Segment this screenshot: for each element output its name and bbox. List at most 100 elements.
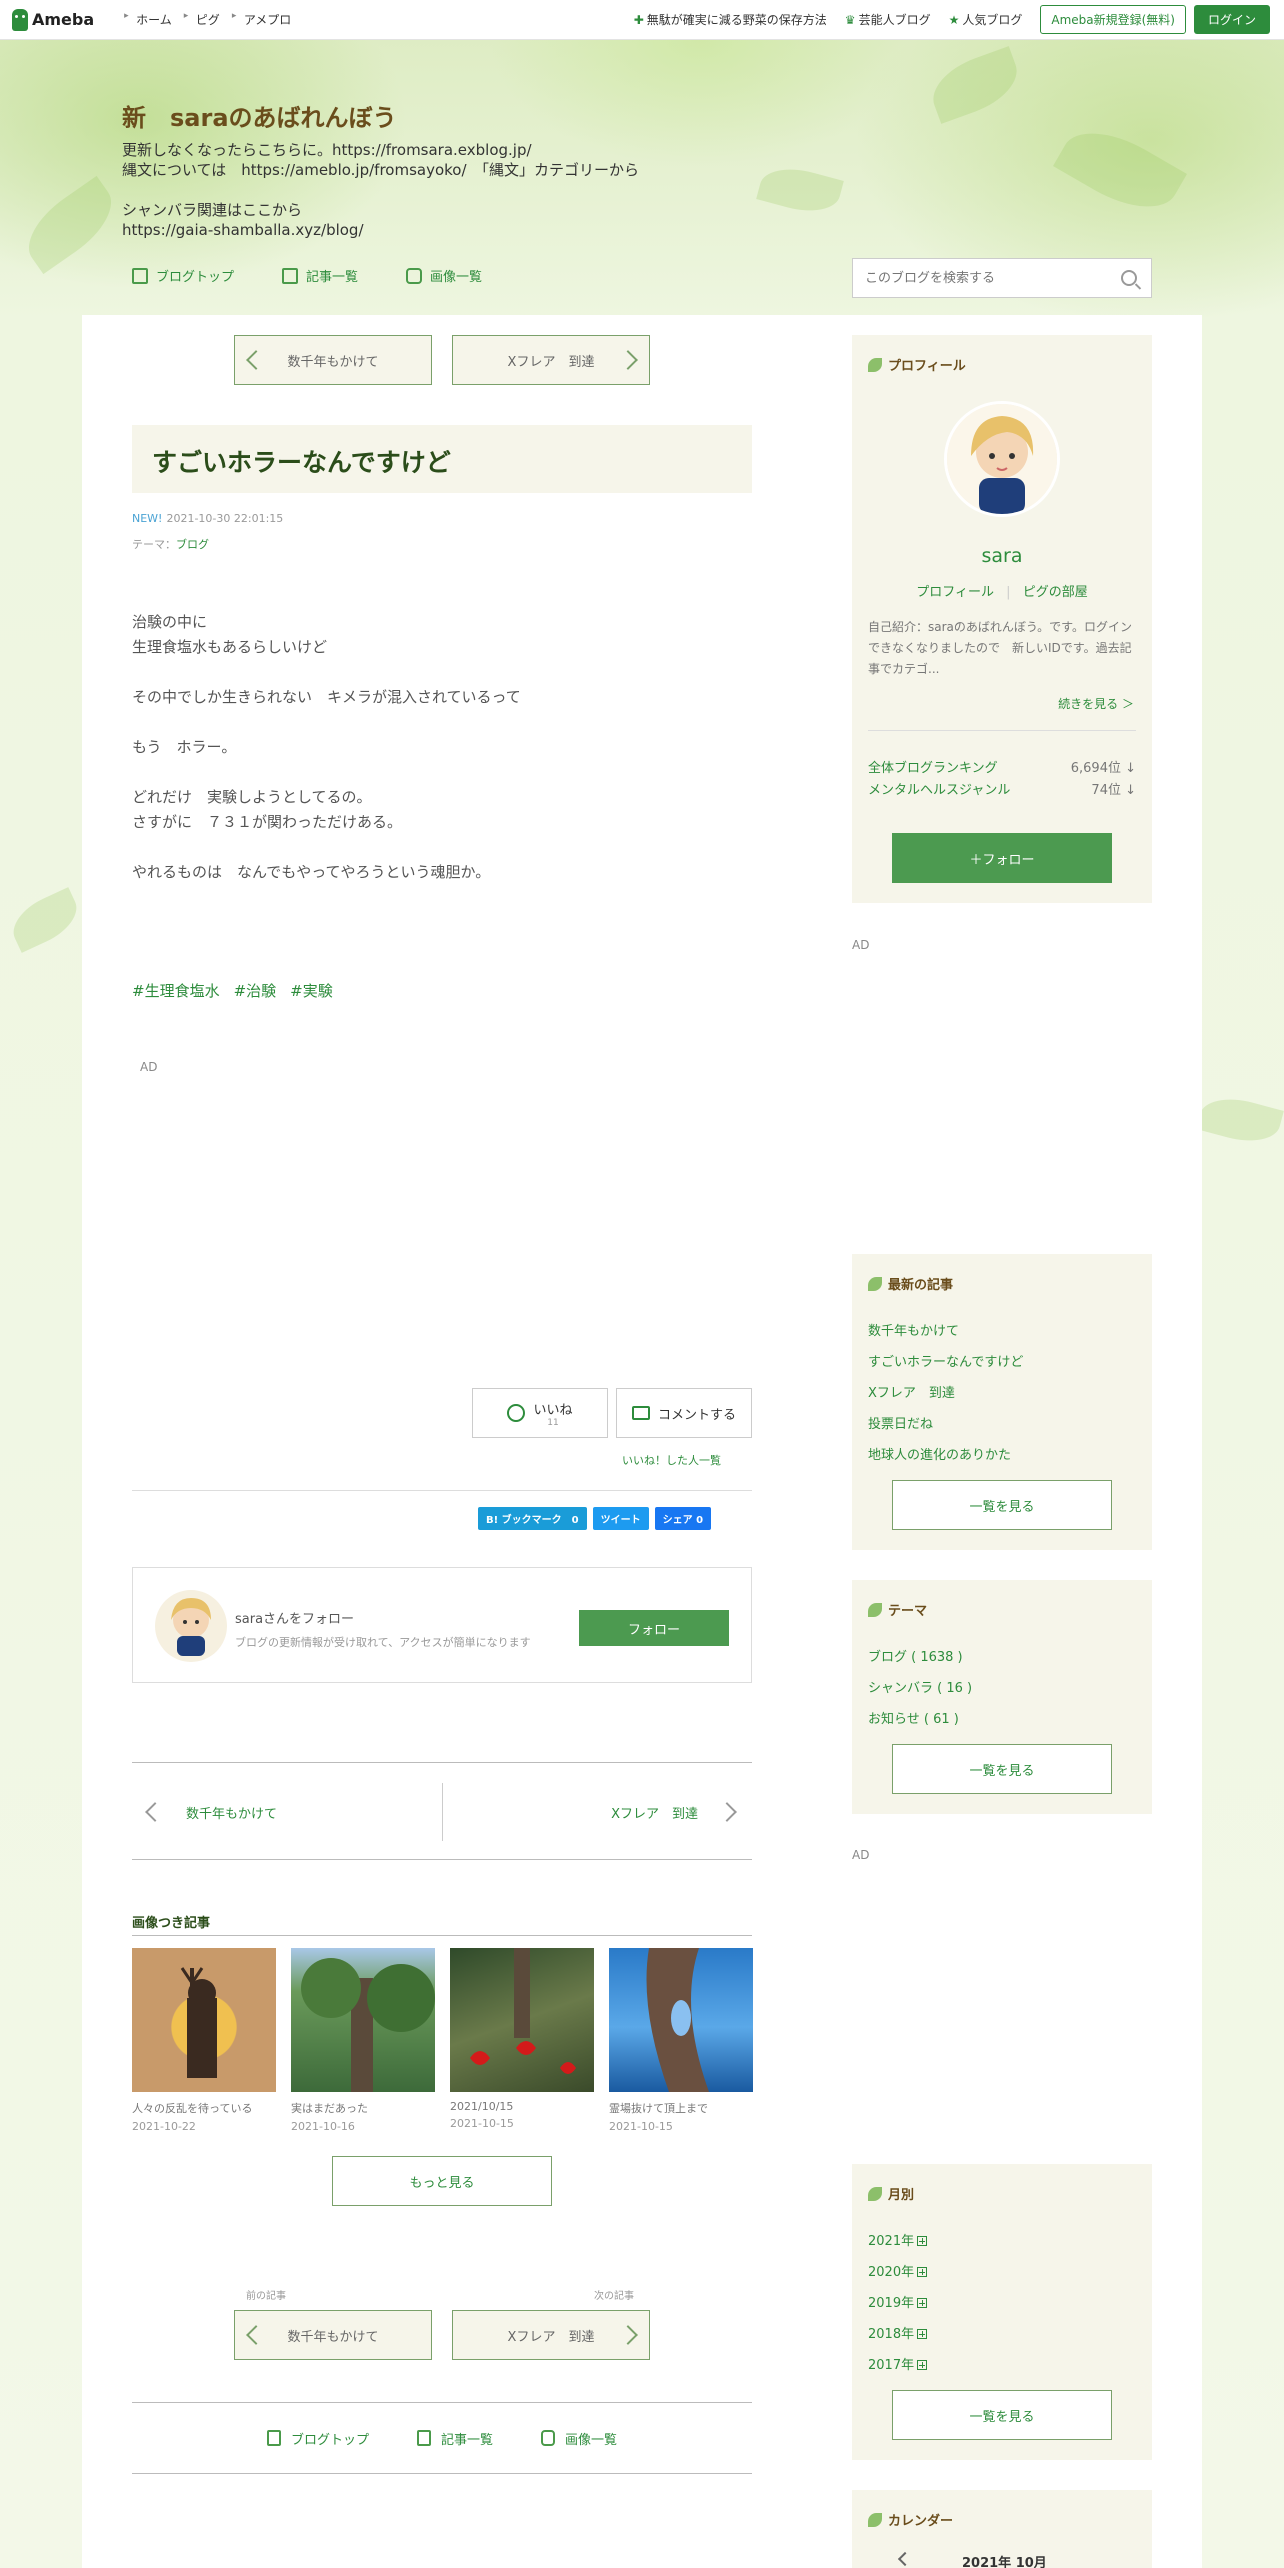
nav-image-list[interactable]: 画像一覧 [406,266,482,285]
body-line: その中でしか生きられない キメラが混入されているって [132,688,521,706]
nav-pigg[interactable]: ピグ [184,11,220,28]
nav-home[interactable]: ホーム [124,11,172,28]
profile-more-link[interactable]: 続きを見る ＞ [1058,695,1134,712]
follow-button[interactable]: フォロー [579,1610,729,1646]
month-year-item[interactable]: 2020年 [868,2261,928,2280]
footer-pager: 数千年もかけて Xフレア 到達 [234,2310,650,2360]
monthly-list-button[interactable]: 一覧を見る [892,2390,1112,2440]
ranking-overall-label[interactable]: 全体ブログランキング [868,757,998,776]
footer-blog-top[interactable]: ブログトップ [266,2429,369,2448]
promo-popular[interactable]: ★ 人気ブログ [949,11,1023,28]
prev-article-link[interactable]: 数千年もかけて [186,1803,277,1822]
more-images-button[interactable]: もっと見る [332,2156,552,2206]
comment-icon [631,1406,650,1420]
thumb-caption: 2021/10/15 [450,2100,514,2113]
body-line [132,660,752,685]
plus-icon: ✚ [633,12,644,27]
thumb-date: 2021-10-22 [132,2120,196,2133]
theme-link[interactable]: ブログ ( 1638 ) [868,1646,963,1665]
image-article-item[interactable]: 2021/10/15 2021-10-15 [450,1948,594,2133]
hashtag[interactable]: #生理食塩水 [132,980,220,1001]
like-count: 11 [547,1417,559,1428]
ameba-logo[interactable]: Ameba [12,8,94,31]
expand-icon[interactable] [917,2236,928,2246]
image-article-item[interactable]: 人々の反乱を待っている 2021-10-22 [132,1948,276,2133]
monthly-widget: 月別 2021年 2020年 2019年 2018年 2017年 一覧を見る [852,2164,1152,2460]
nav-amepro[interactable]: アメプロ [232,11,291,28]
latest-list-button[interactable]: 一覧を見る [892,1480,1112,1530]
sidebar-follow-button[interactable]: ＋フォロー [892,833,1112,883]
global-header: Ameba ホーム ピグ アメプロ ✚無駄が確実に減る野菜の保存方法 ♛芸能人ブ… [0,0,1284,40]
footer-prev-button[interactable]: 数千年もかけて [234,2310,432,2360]
expand-icon[interactable] [917,2267,928,2277]
leaf-icon [868,357,882,372]
month-year-item[interactable]: 2021年 [868,2230,928,2249]
blog-title[interactable]: 新 saraのあばれんぼう [122,98,397,133]
footer-image-list[interactable]: 画像一覧 [541,2429,617,2448]
prev-article-button[interactable]: 数千年もかけて [234,335,432,385]
month-year-item[interactable]: 2019年 [868,2292,928,2311]
latest-article-link[interactable]: 投票日だね [868,1413,933,1432]
follow-box: saraさんをフォロー ブログの更新情報が受け取れて、アクセスが簡単になります … [132,1567,752,1683]
latest-article-link[interactable]: 地球人の進化のありかた [868,1444,1011,1463]
thumbnail [291,1948,435,2092]
thumb-caption: 霊場抜けて頂上まで [609,2102,708,2115]
article-meta: NEW! 2021-10-30 22:01:15 [132,512,283,525]
next-label: 次の記事 [594,2291,634,2302]
hashtag[interactable]: #実験 [290,980,333,1001]
image-article-item[interactable]: 霊場抜けて頂上まで 2021-10-15 [609,1948,753,2133]
calendar-prev-icon[interactable] [897,2551,913,2567]
footer-article-list[interactable]: 記事一覧 [416,2429,493,2448]
ranking-genre-value: 74位 ↓ [1091,783,1136,798]
search-input[interactable] [853,259,1121,297]
global-nav: ホーム ピグ アメプロ [112,11,291,28]
blog-nav: ブログトップ 記事一覧 画像一覧 [132,266,530,285]
follow-desc: ブログの更新情報が受け取れて、アクセスが簡単になります [235,1636,531,1649]
nav-article-list[interactable]: 記事一覧 [282,266,358,285]
themes-list-button[interactable]: 一覧を見る [892,1744,1112,1794]
profile-link[interactable]: プロフィール [916,585,994,600]
hatena-bookmark-button[interactable]: B! ブックマーク 0 [478,1507,587,1530]
theme-link[interactable]: シャンバラ ( 16 ) [868,1677,972,1696]
month-year-item[interactable]: 2017年 [868,2354,928,2373]
search-icon[interactable] [1121,270,1137,286]
promo-celebrity[interactable]: ♛ 芸能人ブログ [845,11,931,28]
expand-icon[interactable] [917,2298,928,2308]
copy-icon [416,2430,431,2446]
like-button[interactable]: いいね 11 [472,1388,608,1438]
theme-link[interactable]: お知らせ ( 61 ) [868,1708,959,1727]
pigg-room-link[interactable]: ピグの部屋 [1023,585,1088,600]
nav-blog-top[interactable]: ブログトップ [132,266,234,285]
image-articles-title: 画像つき記事 [132,1916,211,1931]
avatar[interactable] [155,1590,227,1662]
ranking-genre-label[interactable]: メンタルヘルスジャンル [868,779,1010,798]
next-article-link[interactable]: Xフレア 到達 [611,1803,698,1822]
themes-heading: テーマ [868,1600,927,1619]
next-article-button[interactable]: Xフレア 到達 [452,335,650,385]
document-icon [132,267,148,284]
likers-link[interactable]: いいね！した人一覧 [622,1452,721,1468]
login-button[interactable]: ログイン [1193,5,1270,34]
calendar-month: 2021年 10月 [962,2556,1047,2568]
latest-article-link[interactable]: 数千年もかけて [868,1320,959,1339]
theme-link[interactable]: ブログ [176,538,209,551]
profile-name[interactable]: sara [852,545,1152,567]
profile-avatar[interactable] [944,401,1060,517]
thumb-date: 2021-10-15 [609,2120,673,2133]
promo-veggie[interactable]: ✚ 無駄が確実に減る野菜の保存方法 [634,11,827,28]
register-button[interactable]: Ameba新規登録(無料) [1040,5,1186,34]
comment-button[interactable]: コメントする [616,1388,752,1438]
article-title[interactable]: すごいホラーなんですけど [132,425,752,493]
body-line [132,835,752,860]
copy-icon [282,267,299,284]
expand-icon[interactable] [917,2360,928,2370]
expand-icon[interactable] [917,2329,928,2339]
tweet-button[interactable]: ツイート [592,1507,649,1530]
month-year-item[interactable]: 2018年 [868,2323,928,2342]
facebook-share-button[interactable]: シェア 0 [654,1507,712,1530]
footer-next-button[interactable]: Xフレア 到達 [452,2310,650,2360]
image-article-item[interactable]: 実はまだあった 2021-10-16 [291,1948,435,2133]
latest-article-link[interactable]: すごいホラーなんですけど [868,1351,1023,1370]
latest-article-link[interactable]: Xフレア 到達 [868,1382,955,1401]
hashtag[interactable]: #治験 [234,980,277,1001]
